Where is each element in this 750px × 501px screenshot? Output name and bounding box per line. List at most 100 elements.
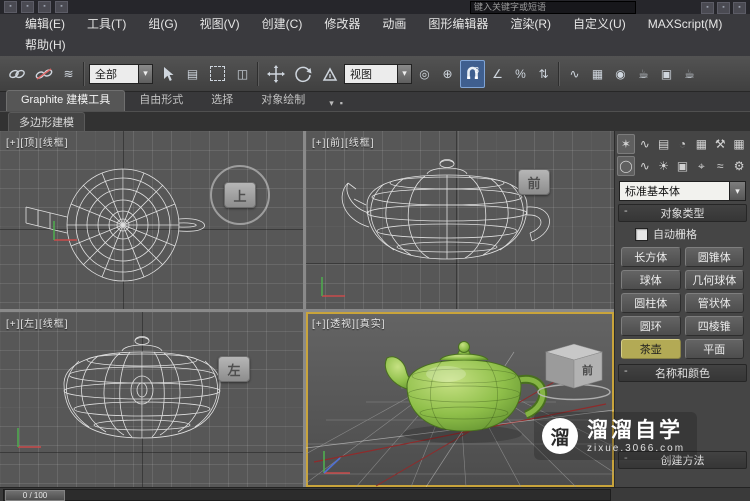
viewport-perspective[interactable]: [+][透视][真实]: [306, 312, 614, 487]
viewport-left[interactable]: [+][左][线框]: [0, 312, 303, 487]
teapot-button[interactable]: 茶壶: [621, 339, 681, 359]
menu-item-maxscript[interactable]: MAXScript(M): [637, 14, 734, 35]
menu-item-help[interactable]: 帮助(H): [14, 35, 77, 56]
use-pivot-center-button[interactable]: ◎: [414, 60, 435, 88]
modify-tab[interactable]: ∿: [636, 134, 654, 154]
tab-freeform[interactable]: 自由形式: [125, 91, 197, 111]
search-input[interactable]: [470, 1, 636, 14]
cylinder-button[interactable]: 圆柱体: [621, 293, 681, 313]
viewport-left-label[interactable]: [+][左][线框]: [6, 315, 69, 330]
select-and-manipulate-button[interactable]: ⊕: [437, 60, 458, 88]
ribbon-collapse-icon[interactable]: ▾: [329, 98, 334, 109]
reference-coordsys-dropdown[interactable]: 视图 ▾: [344, 64, 412, 84]
autogrid-checkbox[interactable]: [635, 228, 648, 241]
menu-item-customize[interactable]: 自定义(U): [562, 14, 637, 35]
viewcube-front[interactable]: 前: [518, 169, 550, 195]
render-setup-button[interactable]: ☕: [633, 60, 654, 88]
rollout-object-type[interactable]: - 对象类型: [618, 204, 747, 222]
hierarchy-tab[interactable]: ▤: [655, 134, 673, 154]
window-crossing-button[interactable]: ◫: [232, 60, 253, 88]
select-object-button[interactable]: [155, 60, 180, 88]
workspace-icon[interactable]: ▪: [733, 2, 746, 14]
menu-item-group[interactable]: 组(G): [137, 14, 188, 35]
percent-snap-button[interactable]: %: [510, 60, 531, 88]
geometry-category-button[interactable]: ◯: [617, 156, 635, 176]
menu-item-graph-editors[interactable]: 图形编辑器: [417, 14, 499, 35]
quick-render-button[interactable]: ☕: [679, 60, 700, 88]
shapes-category-button[interactable]: ∿: [636, 156, 654, 176]
bind-to-spacewarp-button[interactable]: ≋: [58, 60, 79, 88]
undo-icon[interactable]: ▪: [38, 1, 51, 13]
primitive-category-dropdown[interactable]: 标准基本体 ▾: [619, 181, 746, 201]
ribbon-options-icon[interactable]: ▪: [340, 98, 343, 108]
command-panel-tabs: ✶ ∿ ▤ ◔ ▦ ⚒ ▦: [615, 133, 750, 155]
menu-item-edit[interactable]: 编辑(E): [14, 14, 76, 35]
utilities-tab[interactable]: ⚒: [711, 134, 729, 154]
viewport-front-label[interactable]: [+][前][线框]: [312, 134, 375, 149]
create-tab[interactable]: ✶: [617, 134, 635, 154]
ribbon-tabbar: Graphite 建模工具 自由形式 选择 对象绘制 ▾ ▪: [0, 92, 750, 112]
box-button[interactable]: 长方体: [621, 247, 681, 267]
selection-filter-dropdown[interactable]: 全部 ▾: [89, 64, 153, 84]
lights-category-button[interactable]: ☀: [655, 156, 673, 176]
systems-category-button[interactable]: ⚙: [730, 156, 748, 176]
select-and-link-button[interactable]: [4, 60, 29, 88]
select-by-name-button[interactable]: ▤: [182, 60, 203, 88]
cone-button[interactable]: 圆锥体: [685, 247, 745, 267]
time-slider-track[interactable]: 0 / 100: [3, 489, 611, 501]
tab-graphite-modeling[interactable]: Graphite 建模工具: [6, 90, 125, 111]
viewcube-label: 前: [527, 173, 540, 192]
save-icon[interactable]: ▪: [21, 1, 34, 13]
select-and-rotate-button[interactable]: [290, 60, 315, 88]
rectangular-selection-region-button[interactable]: [205, 60, 230, 88]
geosphere-button[interactable]: 几何球体: [685, 270, 745, 290]
snap-toggle-3d-button[interactable]: 3: [460, 60, 485, 88]
angle-snap-button[interactable]: ∠: [487, 60, 508, 88]
menu-item-modifiers[interactable]: 修改器: [313, 14, 371, 35]
spacewarps-category-button[interactable]: ≈: [711, 156, 729, 176]
viewport-top[interactable]: [+][顶][线框] 上: [0, 131, 303, 309]
tube-button[interactable]: 管状体: [685, 293, 745, 313]
viewcube-top[interactable]: 上: [210, 165, 270, 225]
curve-editor-button[interactable]: ∿: [564, 60, 585, 88]
select-and-move-button[interactable]: [263, 60, 288, 88]
material-editor-button[interactable]: ◉: [610, 60, 631, 88]
plane-button[interactable]: 平面: [685, 339, 745, 359]
spinner-snap-button[interactable]: ⇅: [533, 60, 554, 88]
unlink-selection-button[interactable]: [31, 60, 56, 88]
display-tab[interactable]: ▦: [692, 134, 710, 154]
teapot-wireframe-top[interactable]: [8, 147, 258, 297]
menu-item-animation[interactable]: 动画: [371, 14, 417, 35]
viewport-top-label[interactable]: [+][顶][线框]: [6, 134, 69, 149]
torus-button[interactable]: 圆环: [621, 316, 681, 336]
sphere-button[interactable]: 球体: [621, 270, 681, 290]
cameras-category-button[interactable]: ▣: [674, 156, 692, 176]
menu-item-create[interactable]: 创建(C): [251, 14, 314, 35]
viewport-perspective-label[interactable]: [+][透视][真实]: [312, 315, 386, 330]
pyramid-button[interactable]: 四棱锥: [685, 316, 745, 336]
render-frame-window-button[interactable]: ▣: [656, 60, 677, 88]
teapot-wireframe-left[interactable]: [24, 328, 260, 466]
app-menu-icon[interactable]: ▪: [4, 1, 17, 13]
helpers-category-button[interactable]: ⌖: [692, 156, 710, 176]
subtab-polygon-modeling[interactable]: 多边形建模: [8, 112, 85, 131]
rollout-collapse-icon: -: [624, 205, 628, 217]
motion-tab[interactable]: ◔: [674, 134, 692, 154]
viewcube-perspective[interactable]: 前: [532, 336, 614, 404]
viewcube-left[interactable]: 左: [218, 356, 250, 382]
panel-options-button[interactable]: ▦: [730, 134, 748, 154]
signin-icon[interactable]: ▪: [701, 2, 714, 14]
tab-selection[interactable]: 选择: [197, 91, 247, 111]
tab-object-paint[interactable]: 对象绘制: [247, 91, 319, 111]
help-community-icon[interactable]: ▪: [717, 2, 730, 14]
menu-item-views[interactable]: 视图(V): [189, 14, 251, 35]
menu-item-rendering[interactable]: 渲染(R): [499, 14, 562, 35]
schematic-view-icon: ▦: [592, 67, 603, 81]
redo-icon[interactable]: ▪: [55, 1, 68, 13]
viewport-front[interactable]: [+][前][线框]: [306, 131, 614, 309]
schematic-view-button[interactable]: ▦: [587, 60, 608, 88]
time-slider-handle[interactable]: 0 / 100: [5, 490, 65, 501]
select-and-scale-button[interactable]: [317, 60, 342, 88]
rollout-name-and-color[interactable]: - 名称和颜色: [618, 364, 747, 382]
menu-item-tools[interactable]: 工具(T): [76, 14, 137, 35]
